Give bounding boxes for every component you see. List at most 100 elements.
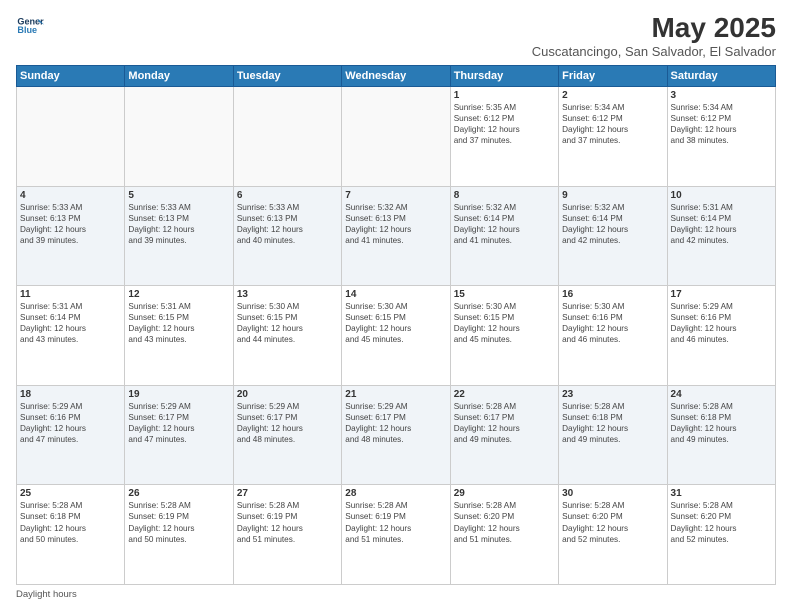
svg-text:Blue: Blue (17, 25, 37, 35)
calendar-cell: 30Sunrise: 5:28 AM Sunset: 6:20 PM Dayli… (559, 485, 667, 585)
calendar-cell (125, 87, 233, 187)
day-header-thursday: Thursday (450, 66, 558, 87)
calendar-cell: 24Sunrise: 5:28 AM Sunset: 6:18 PM Dayli… (667, 385, 775, 485)
day-number: 24 (671, 389, 772, 400)
day-number: 19 (128, 389, 229, 400)
calendar-cell: 22Sunrise: 5:28 AM Sunset: 6:17 PM Dayli… (450, 385, 558, 485)
day-number: 21 (345, 389, 446, 400)
day-info: Sunrise: 5:30 AM Sunset: 6:15 PM Dayligh… (345, 301, 446, 345)
calendar-cell (17, 87, 125, 187)
day-info: Sunrise: 5:29 AM Sunset: 6:17 PM Dayligh… (345, 401, 446, 445)
location: Cuscatancingo, San Salvador, El Salvador (532, 44, 776, 59)
page: General Blue May 2025 Cuscatancingo, San… (0, 0, 792, 612)
calendar-cell: 13Sunrise: 5:30 AM Sunset: 6:15 PM Dayli… (233, 286, 341, 386)
day-number: 16 (562, 289, 663, 300)
day-number: 4 (20, 190, 121, 201)
calendar-cell: 18Sunrise: 5:29 AM Sunset: 6:16 PM Dayli… (17, 385, 125, 485)
calendar-cell: 16Sunrise: 5:30 AM Sunset: 6:16 PM Dayli… (559, 286, 667, 386)
day-info: Sunrise: 5:28 AM Sunset: 6:20 PM Dayligh… (562, 500, 663, 544)
calendar-cell: 14Sunrise: 5:30 AM Sunset: 6:15 PM Dayli… (342, 286, 450, 386)
day-number: 8 (454, 190, 555, 201)
day-number: 3 (671, 90, 772, 101)
calendar-cell: 29Sunrise: 5:28 AM Sunset: 6:20 PM Dayli… (450, 485, 558, 585)
day-header-wednesday: Wednesday (342, 66, 450, 87)
day-info: Sunrise: 5:28 AM Sunset: 6:18 PM Dayligh… (562, 401, 663, 445)
calendar-cell: 19Sunrise: 5:29 AM Sunset: 6:17 PM Dayli… (125, 385, 233, 485)
header: General Blue May 2025 Cuscatancingo, San… (16, 12, 776, 59)
day-info: Sunrise: 5:35 AM Sunset: 6:12 PM Dayligh… (454, 102, 555, 146)
title-block: May 2025 Cuscatancingo, San Salvador, El… (532, 12, 776, 59)
day-number: 1 (454, 90, 555, 101)
calendar-cell: 2Sunrise: 5:34 AM Sunset: 6:12 PM Daylig… (559, 87, 667, 187)
day-number: 30 (562, 488, 663, 499)
week-row-2: 4Sunrise: 5:33 AM Sunset: 6:13 PM Daylig… (17, 186, 776, 286)
calendar-cell: 9Sunrise: 5:32 AM Sunset: 6:14 PM Daylig… (559, 186, 667, 286)
day-header-monday: Monday (125, 66, 233, 87)
day-number: 22 (454, 389, 555, 400)
day-header-tuesday: Tuesday (233, 66, 341, 87)
calendar-cell: 28Sunrise: 5:28 AM Sunset: 6:19 PM Dayli… (342, 485, 450, 585)
calendar-cell: 8Sunrise: 5:32 AM Sunset: 6:14 PM Daylig… (450, 186, 558, 286)
calendar-cell: 15Sunrise: 5:30 AM Sunset: 6:15 PM Dayli… (450, 286, 558, 386)
day-info: Sunrise: 5:28 AM Sunset: 6:18 PM Dayligh… (671, 401, 772, 445)
day-number: 18 (20, 389, 121, 400)
day-info: Sunrise: 5:29 AM Sunset: 6:17 PM Dayligh… (237, 401, 338, 445)
day-info: Sunrise: 5:30 AM Sunset: 6:16 PM Dayligh… (562, 301, 663, 345)
week-row-3: 11Sunrise: 5:31 AM Sunset: 6:14 PM Dayli… (17, 286, 776, 386)
day-number: 31 (671, 488, 772, 499)
calendar-cell: 21Sunrise: 5:29 AM Sunset: 6:17 PM Dayli… (342, 385, 450, 485)
calendar-cell: 5Sunrise: 5:33 AM Sunset: 6:13 PM Daylig… (125, 186, 233, 286)
day-number: 15 (454, 289, 555, 300)
footer-note: Daylight hours (16, 589, 776, 600)
day-header-friday: Friday (559, 66, 667, 87)
day-info: Sunrise: 5:33 AM Sunset: 6:13 PM Dayligh… (128, 202, 229, 246)
calendar-cell: 6Sunrise: 5:33 AM Sunset: 6:13 PM Daylig… (233, 186, 341, 286)
calendar-cell: 4Sunrise: 5:33 AM Sunset: 6:13 PM Daylig… (17, 186, 125, 286)
day-number: 9 (562, 190, 663, 201)
day-info: Sunrise: 5:28 AM Sunset: 6:17 PM Dayligh… (454, 401, 555, 445)
day-number: 27 (237, 488, 338, 499)
logo-icon: General Blue (16, 12, 44, 40)
day-number: 5 (128, 190, 229, 201)
day-info: Sunrise: 5:29 AM Sunset: 6:17 PM Dayligh… (128, 401, 229, 445)
header-row: SundayMondayTuesdayWednesdayThursdayFrid… (17, 66, 776, 87)
calendar-cell: 7Sunrise: 5:32 AM Sunset: 6:13 PM Daylig… (342, 186, 450, 286)
day-info: Sunrise: 5:28 AM Sunset: 6:20 PM Dayligh… (454, 500, 555, 544)
day-number: 28 (345, 488, 446, 499)
day-number: 7 (345, 190, 446, 201)
calendar-cell: 25Sunrise: 5:28 AM Sunset: 6:18 PM Dayli… (17, 485, 125, 585)
day-info: Sunrise: 5:30 AM Sunset: 6:15 PM Dayligh… (454, 301, 555, 345)
day-number: 12 (128, 289, 229, 300)
day-info: Sunrise: 5:29 AM Sunset: 6:16 PM Dayligh… (20, 401, 121, 445)
day-number: 14 (345, 289, 446, 300)
day-header-saturday: Saturday (667, 66, 775, 87)
calendar-cell (233, 87, 341, 187)
day-number: 17 (671, 289, 772, 300)
calendar-cell: 3Sunrise: 5:34 AM Sunset: 6:12 PM Daylig… (667, 87, 775, 187)
day-number: 2 (562, 90, 663, 101)
day-info: Sunrise: 5:29 AM Sunset: 6:16 PM Dayligh… (671, 301, 772, 345)
week-row-5: 25Sunrise: 5:28 AM Sunset: 6:18 PM Dayli… (17, 485, 776, 585)
month-year: May 2025 (532, 12, 776, 44)
day-info: Sunrise: 5:28 AM Sunset: 6:19 PM Dayligh… (128, 500, 229, 544)
day-info: Sunrise: 5:28 AM Sunset: 6:19 PM Dayligh… (237, 500, 338, 544)
calendar-cell: 20Sunrise: 5:29 AM Sunset: 6:17 PM Dayli… (233, 385, 341, 485)
day-number: 13 (237, 289, 338, 300)
day-info: Sunrise: 5:33 AM Sunset: 6:13 PM Dayligh… (20, 202, 121, 246)
calendar-cell: 17Sunrise: 5:29 AM Sunset: 6:16 PM Dayli… (667, 286, 775, 386)
day-info: Sunrise: 5:31 AM Sunset: 6:14 PM Dayligh… (671, 202, 772, 246)
calendar-cell: 12Sunrise: 5:31 AM Sunset: 6:15 PM Dayli… (125, 286, 233, 386)
day-header-sunday: Sunday (17, 66, 125, 87)
day-number: 11 (20, 289, 121, 300)
calendar-cell: 31Sunrise: 5:28 AM Sunset: 6:20 PM Dayli… (667, 485, 775, 585)
day-number: 25 (20, 488, 121, 499)
day-info: Sunrise: 5:28 AM Sunset: 6:18 PM Dayligh… (20, 500, 121, 544)
calendar-cell: 1Sunrise: 5:35 AM Sunset: 6:12 PM Daylig… (450, 87, 558, 187)
calendar-cell (342, 87, 450, 187)
day-number: 26 (128, 488, 229, 499)
day-number: 29 (454, 488, 555, 499)
week-row-1: 1Sunrise: 5:35 AM Sunset: 6:12 PM Daylig… (17, 87, 776, 187)
day-info: Sunrise: 5:28 AM Sunset: 6:19 PM Dayligh… (345, 500, 446, 544)
day-number: 6 (237, 190, 338, 201)
calendar-cell: 26Sunrise: 5:28 AM Sunset: 6:19 PM Dayli… (125, 485, 233, 585)
